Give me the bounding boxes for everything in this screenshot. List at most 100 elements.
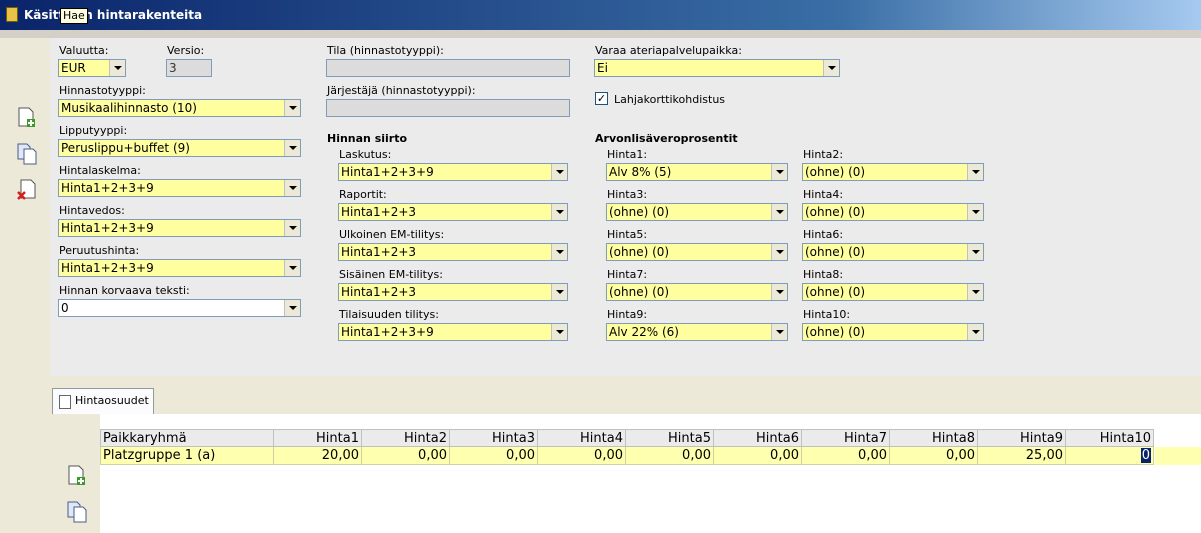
hinta3-select[interactable]: (ohne) (0): [606, 203, 788, 221]
chevron-down-icon[interactable]: [551, 284, 567, 300]
chevron-down-icon[interactable]: [771, 164, 787, 180]
hinnastotyyppi-select[interactable]: Musikaalihinnasto (10): [58, 99, 301, 117]
table-header-row: Paikkaryhmä Hinta1 Hinta2 Hinta3 Hinta4 …: [100, 429, 1154, 447]
column-header[interactable]: Paikkaryhmä: [100, 429, 274, 447]
table-cell[interactable]: Platzgruppe 1 (a): [100, 446, 274, 465]
chevron-down-icon[interactable]: [551, 244, 567, 260]
lipputyyppi-value: Peruslippu+buffet (9): [61, 141, 190, 155]
table-cell[interactable]: 20,00: [273, 446, 362, 465]
hintalaskelma-select[interactable]: Hinta1+2+3+9: [58, 179, 301, 197]
hinta10-select[interactable]: (ohne) (0): [802, 323, 984, 341]
window-title: Käsittelyn hintarakenteita: [24, 8, 203, 22]
chevron-down-icon[interactable]: [551, 164, 567, 180]
lipputyyppi-select[interactable]: Peruslippu+buffet (9): [58, 139, 301, 157]
hinta7-value: (ohne) (0): [609, 285, 670, 299]
varaa-select[interactable]: Ei: [594, 59, 840, 77]
tab-hintaosuudet[interactable]: Hintaosuudet: [52, 388, 154, 414]
sisainen-select[interactable]: Hinta1+2+3: [338, 283, 568, 301]
hintavedos-label: Hintavedos:: [59, 204, 125, 217]
column-header[interactable]: Hinta7: [801, 429, 890, 447]
add-document-icon: [18, 107, 35, 127]
hinta4-value: (ohne) (0): [805, 205, 866, 219]
hintavedos-select[interactable]: Hinta1+2+3+9: [58, 219, 301, 237]
hinta7-label: Hinta7:: [607, 268, 648, 281]
chevron-down-icon[interactable]: [967, 204, 983, 220]
chevron-down-icon[interactable]: [109, 60, 125, 76]
valuutta-value: EUR: [61, 61, 86, 75]
column-header[interactable]: Hinta2: [361, 429, 450, 447]
lahjakortti-checkbox[interactable]: ✓: [595, 92, 608, 105]
peruutushinta-value: Hinta1+2+3+9: [61, 261, 154, 275]
chevron-down-icon[interactable]: [967, 244, 983, 260]
table-cell-selected[interactable]: 0: [1065, 446, 1154, 465]
table-cell[interactable]: 0,00: [801, 446, 890, 465]
column-header[interactable]: Hinta4: [537, 429, 626, 447]
table-row[interactable]: Platzgruppe 1 (a) 20,00 0,00 0,00 0,00 0…: [100, 446, 1154, 465]
column-header[interactable]: Hinta10: [1065, 429, 1154, 447]
hinta9-select[interactable]: Alv 22% (6): [606, 323, 788, 341]
chevron-down-icon[interactable]: [771, 244, 787, 260]
table-cell[interactable]: 0,00: [625, 446, 714, 465]
laskutus-select[interactable]: Hinta1+2+3+9: [338, 163, 568, 181]
chevron-down-icon[interactable]: [967, 324, 983, 340]
korvaava-teksti-select[interactable]: 0: [58, 299, 301, 317]
title-bar: Käsittelyn hintarakenteita: [0, 0, 1201, 30]
hinta5-select[interactable]: (ohne) (0): [606, 243, 788, 261]
chevron-down-icon[interactable]: [823, 60, 839, 76]
valuutta-select[interactable]: EUR: [58, 59, 126, 77]
hintavedos-value: Hinta1+2+3+9: [61, 221, 154, 235]
hinta2-value: (ohne) (0): [805, 165, 866, 179]
raportit-select[interactable]: Hinta1+2+3: [338, 203, 568, 221]
chevron-down-icon[interactable]: [967, 164, 983, 180]
column-header[interactable]: Hinta9: [977, 429, 1066, 447]
hinta8-select[interactable]: (ohne) (0): [802, 283, 984, 301]
chevron-down-icon[interactable]: [284, 300, 300, 316]
valuutta-label: Valuutta:: [59, 44, 109, 57]
table-cell[interactable]: 0,00: [537, 446, 626, 465]
chevron-down-icon[interactable]: [771, 284, 787, 300]
column-header[interactable]: Hinta8: [889, 429, 978, 447]
chevron-down-icon[interactable]: [284, 140, 300, 156]
column-header[interactable]: Hinta5: [625, 429, 714, 447]
column-header[interactable]: Hinta3: [449, 429, 538, 447]
table-cell[interactable]: 0,00: [889, 446, 978, 465]
hinta2-select[interactable]: (ohne) (0): [802, 163, 984, 181]
chevron-down-icon[interactable]: [551, 204, 567, 220]
table-cell[interactable]: 0,00: [449, 446, 538, 465]
ulkoinen-select[interactable]: Hinta1+2+3: [338, 243, 568, 261]
hinta6-select[interactable]: (ohne) (0): [802, 243, 984, 261]
chevron-down-icon[interactable]: [551, 324, 567, 340]
chevron-down-icon[interactable]: [284, 100, 300, 116]
hinta4-select[interactable]: (ohne) (0): [802, 203, 984, 221]
hinta1-select[interactable]: Alv 8% (5): [606, 163, 788, 181]
hintalaskelma-label: Hintalaskelma:: [59, 164, 141, 177]
tilaisuuden-select[interactable]: Hinta1+2+3+9: [338, 323, 568, 341]
versio-value: 3: [169, 61, 177, 75]
selected-cell-value[interactable]: 0: [1140, 448, 1151, 463]
chevron-down-icon[interactable]: [771, 324, 787, 340]
chevron-down-icon[interactable]: [771, 204, 787, 220]
table-cell[interactable]: 25,00: [977, 446, 1066, 465]
tila-label: Tila (hinnastotyyppi):: [327, 44, 444, 57]
column-header[interactable]: Hinta1: [273, 429, 362, 447]
lipputyyppi-label: Lipputyyppi:: [59, 124, 128, 137]
hinta4-label: Hinta4:: [803, 188, 844, 201]
table-cell[interactable]: 0,00: [361, 446, 450, 465]
ulkoinen-label: Ulkoinen EM-tilitys:: [339, 228, 445, 241]
chevron-down-icon[interactable]: [284, 260, 300, 276]
hinta7-select[interactable]: (ohne) (0): [606, 283, 788, 301]
laskutus-label: Laskutus:: [339, 148, 392, 161]
add-row-button[interactable]: [66, 464, 88, 488]
column-header[interactable]: Hinta6: [713, 429, 802, 447]
delete-document-button[interactable]: [16, 178, 38, 202]
table-cell[interactable]: 0,00: [713, 446, 802, 465]
add-document-button[interactable]: [16, 106, 38, 130]
chevron-down-icon[interactable]: [967, 284, 983, 300]
copy-row-button[interactable]: [66, 500, 88, 524]
varaa-value: Ei: [597, 61, 608, 75]
copy-document-button[interactable]: [16, 142, 38, 166]
chevron-down-icon[interactable]: [284, 180, 300, 196]
peruutushinta-select[interactable]: Hinta1+2+3+9: [58, 259, 301, 277]
hinnan-siirto-heading: Hinnan siirto: [327, 132, 408, 145]
chevron-down-icon[interactable]: [284, 220, 300, 236]
